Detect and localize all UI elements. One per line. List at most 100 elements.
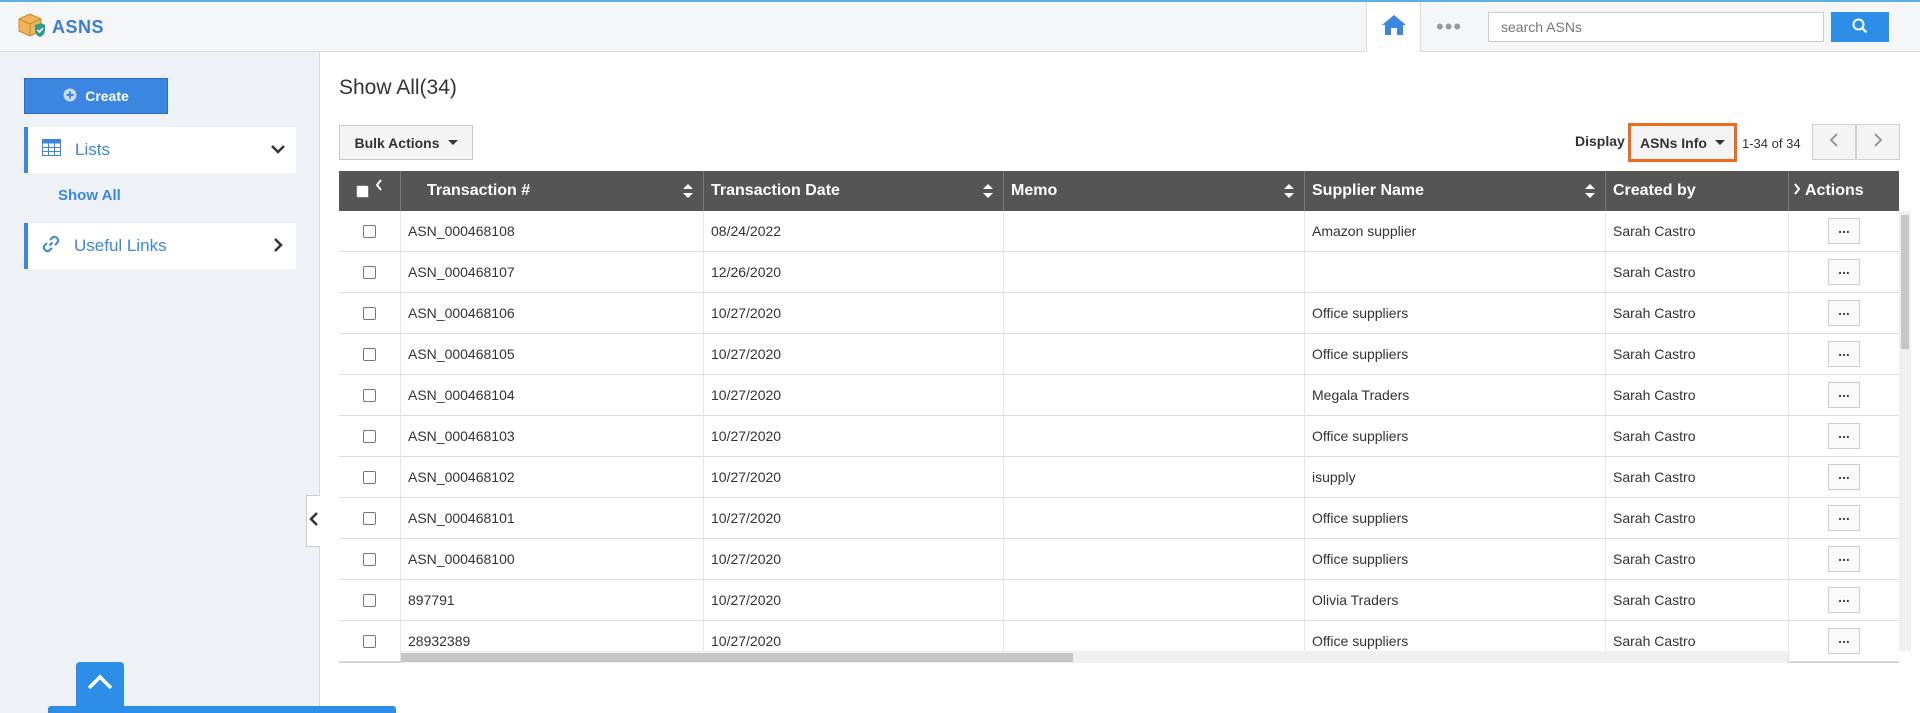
table-row[interactable]: ASN_000468104 10/27/2020 Megala Traders … — [339, 375, 1899, 416]
date-cell: 12/26/2020 — [704, 252, 1004, 292]
column-header-created-by[interactable]: Created by — [1606, 171, 1789, 211]
row-actions-button[interactable]: ... — [1828, 423, 1860, 449]
row-checkbox[interactable] — [363, 265, 376, 279]
vertical-scrollbar[interactable] — [1899, 211, 1911, 651]
row-checkbox[interactable] — [363, 634, 376, 648]
row-actions-button[interactable]: ... — [1828, 505, 1860, 531]
row-checkbox[interactable] — [363, 593, 376, 607]
horizontal-scrollbar-thumb[interactable] — [401, 653, 1073, 662]
row-select-cell — [339, 293, 401, 333]
table-row[interactable]: ASN_000468100 10/27/2020 Office supplier… — [339, 539, 1899, 580]
create-button-label: Create — [85, 88, 129, 104]
sort-icon[interactable] — [683, 184, 693, 203]
display-dropdown[interactable]: ASNs Info — [1628, 123, 1737, 162]
row-checkbox[interactable] — [363, 511, 376, 525]
caret-down-icon — [447, 140, 458, 145]
row-actions-button[interactable]: ... — [1828, 464, 1860, 490]
column-header-transaction[interactable]: Transaction # — [401, 171, 704, 211]
row-select-cell — [339, 252, 401, 292]
row-checkbox[interactable] — [363, 224, 376, 238]
table-row[interactable]: ASN_000468108 08/24/2022 Amazon supplier… — [339, 211, 1899, 252]
sidebar-item-useful-links[interactable]: Useful Links — [24, 223, 296, 269]
row-actions-button[interactable]: ... — [1828, 300, 1860, 326]
create-button[interactable]: Create — [24, 78, 168, 114]
row-actions-button[interactable]: ... — [1828, 546, 1860, 572]
sidebar-subitem-show-all[interactable]: Show All — [58, 187, 121, 204]
row-actions-button[interactable]: ... — [1828, 259, 1860, 285]
sort-icon[interactable] — [983, 184, 993, 203]
table-row[interactable]: ASN_000468105 10/27/2020 Office supplier… — [339, 334, 1899, 375]
row-checkbox[interactable] — [363, 388, 376, 402]
supplier-cell: Office suppliers — [1305, 539, 1606, 579]
search-input[interactable] — [1488, 12, 1824, 42]
next-page-button[interactable] — [1856, 124, 1900, 160]
more-dots-icon[interactable]: ••• — [1436, 16, 1462, 38]
transaction-cell[interactable]: ASN_000468102 — [401, 457, 704, 497]
top-bar: ASNS ••• — [0, 0, 1920, 52]
table-row[interactable]: ASN_000468107 12/26/2020 Sarah Castro ..… — [339, 252, 1899, 293]
date-cell: 08/24/2022 — [704, 211, 1004, 251]
bulk-actions-button[interactable]: Bulk Actions — [339, 125, 473, 160]
column-header-date[interactable]: Transaction Date — [704, 171, 1004, 211]
transaction-cell[interactable]: 897791 — [401, 580, 704, 620]
created-by-cell: Sarah Castro — [1606, 580, 1789, 620]
chevron-left-icon — [308, 511, 319, 531]
sidebar-item-lists[interactable]: Lists — [24, 127, 296, 173]
horizontal-scrollbar[interactable] — [401, 651, 1788, 663]
row-checkbox[interactable] — [363, 347, 376, 361]
table-row[interactable]: ASN_000468103 10/27/2020 Office supplier… — [339, 416, 1899, 457]
transaction-cell[interactable]: ASN_000468101 — [401, 498, 704, 538]
collapse-sidebar-button[interactable] — [306, 495, 320, 547]
date-cell: 10/27/2020 — [704, 580, 1004, 620]
scroll-to-top-button[interactable] — [76, 662, 124, 707]
table-row[interactable]: 897791 10/27/2020 Olivia Traders Sarah C… — [339, 580, 1899, 621]
memo-cell — [1004, 416, 1305, 456]
vertical-scrollbar-thumb[interactable] — [1901, 215, 1909, 349]
row-select-cell — [339, 621, 401, 661]
row-select-cell — [339, 498, 401, 538]
created-by-cell: Sarah Castro — [1606, 457, 1789, 497]
column-header-memo[interactable]: Memo — [1004, 171, 1305, 211]
actions-cell: ... — [1789, 293, 1899, 333]
date-cell: 10/27/2020 — [704, 334, 1004, 374]
row-actions-button[interactable]: ... — [1828, 341, 1860, 367]
table-row[interactable]: ASN_000468106 10/27/2020 Office supplier… — [339, 293, 1899, 334]
transaction-cell[interactable]: ASN_000468107 — [401, 252, 704, 292]
row-actions-button[interactable]: ... — [1828, 628, 1860, 654]
sort-icon[interactable] — [1284, 184, 1294, 203]
created-by-cell: Sarah Castro — [1606, 375, 1789, 415]
row-checkbox[interactable] — [363, 306, 376, 320]
transaction-cell[interactable]: ASN_000468108 — [401, 211, 704, 251]
chevron-left-icon[interactable] — [375, 178, 383, 196]
bulk-actions-label: Bulk Actions — [354, 134, 440, 151]
transaction-cell[interactable]: ASN_000468104 — [401, 375, 704, 415]
supplier-cell: Office suppliers — [1305, 293, 1606, 333]
row-checkbox[interactable] — [363, 470, 376, 484]
transaction-cell[interactable]: ASN_000468105 — [401, 334, 704, 374]
actions-cell: ... — [1789, 621, 1899, 661]
row-actions-button[interactable]: ... — [1828, 382, 1860, 408]
table-row[interactable]: ASN_000468102 10/27/2020 isupply Sarah C… — [339, 457, 1899, 498]
select-all-checkbox[interactable] — [356, 184, 369, 198]
search-button[interactable] — [1831, 12, 1889, 42]
date-cell: 10/27/2020 — [704, 375, 1004, 415]
previous-page-button[interactable] — [1812, 124, 1856, 160]
transaction-cell[interactable]: ASN_000468106 — [401, 293, 704, 333]
home-button[interactable] — [1366, 2, 1421, 52]
column-header-supplier[interactable]: Supplier Name — [1305, 171, 1606, 211]
row-checkbox[interactable] — [363, 429, 376, 443]
app-logo[interactable]: ASNS — [16, 12, 104, 43]
row-actions-button[interactable]: ... — [1828, 587, 1860, 613]
row-select-cell — [339, 580, 401, 620]
row-checkbox[interactable] — [363, 552, 376, 566]
chevron-right-icon[interactable] — [1793, 182, 1801, 200]
row-actions-button[interactable]: ... — [1828, 218, 1860, 244]
transaction-cell[interactable]: ASN_000468100 — [401, 539, 704, 579]
sort-icon[interactable] — [1585, 184, 1595, 203]
chevron-left-icon — [1828, 132, 1840, 153]
created-by-cell: Sarah Castro — [1606, 211, 1789, 251]
transaction-cell[interactable]: ASN_000468103 — [401, 416, 704, 456]
table-row[interactable]: ASN_000468101 10/27/2020 Office supplier… — [339, 498, 1899, 539]
actions-cell: ... — [1789, 498, 1899, 538]
created-by-cell: Sarah Castro — [1606, 498, 1789, 538]
